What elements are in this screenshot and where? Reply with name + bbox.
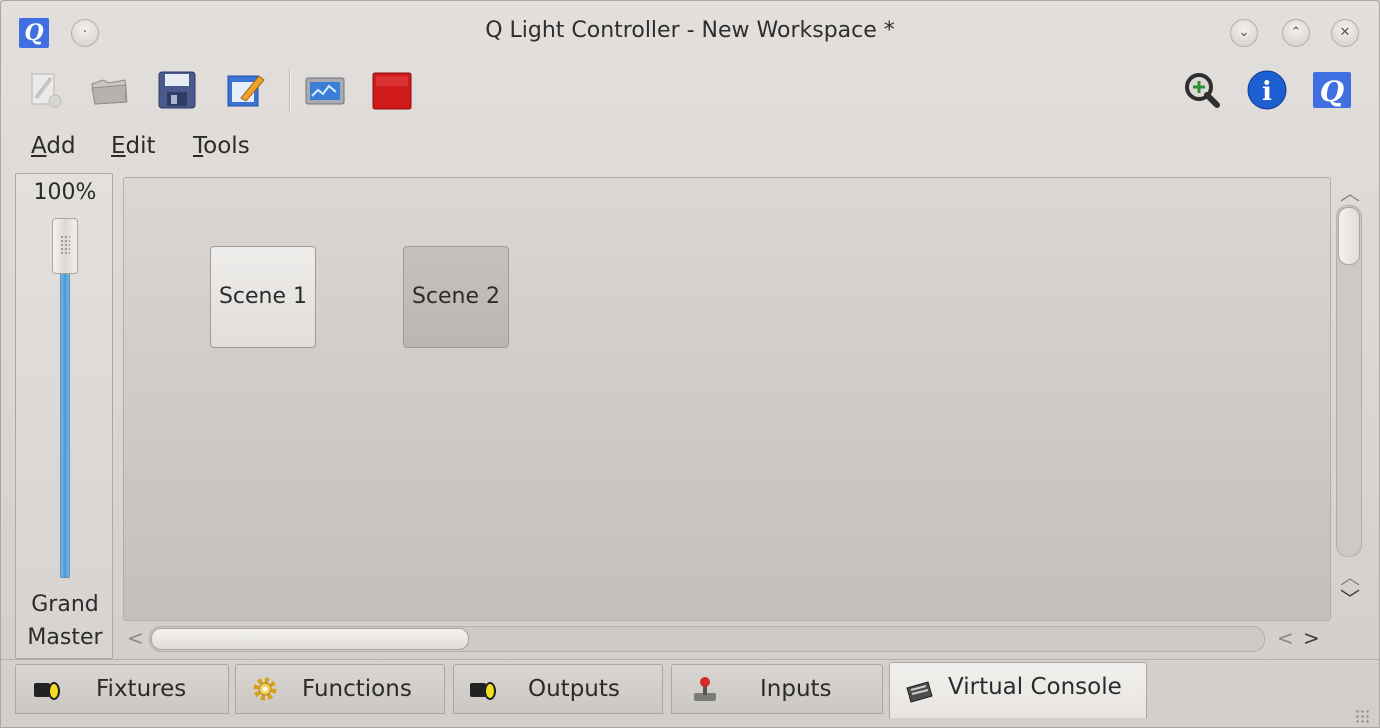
scroll-left-end-icon[interactable]: < [1277,626,1294,650]
vertical-scrollbar[interactable]: ︿ ︿ ﹀ [1334,179,1364,619]
stop-icon [372,72,412,110]
tab-functions[interactable]: Functions [235,664,445,714]
grand-master-panel: 100% Grand Master [15,173,113,659]
tab-outputs[interactable]: Outputs [453,664,663,714]
scroll-up-icon[interactable]: ︿ [1340,177,1360,206]
control-monitor-button[interactable] [1181,68,1225,112]
save-icon [158,71,196,109]
grand-master-slider-track[interactable] [60,232,70,578]
save-workspace-button[interactable] [155,68,199,112]
edit-pencil-icon [227,75,265,107]
title-bar[interactable]: Q · Q Light Controller - New Workspace *… [1,1,1379,59]
svg-text:Q: Q [1320,75,1344,108]
joystick-icon [694,677,716,701]
open-workspace-button[interactable] [87,68,131,112]
grand-master-label: Grand Master [27,592,103,650]
monitor-icon [305,77,345,105]
console-icon [906,681,933,703]
design-mode-button[interactable] [223,68,267,112]
virtual-console-canvas[interactable]: Scene 1 Scene 2 [123,177,1331,621]
zoom-icon [1185,73,1220,108]
output-light-icon [470,682,496,700]
tab-virtual-console[interactable]: Virtual Console [889,662,1147,718]
close-button[interactable]: ✕ [1331,19,1359,47]
monitor-button[interactable] [303,68,347,112]
scene-1-button[interactable]: Scene 1 [210,246,316,348]
folder-icon [91,79,128,105]
new-workspace-button[interactable] [23,68,67,112]
grand-master-value: 100% [33,180,97,205]
toolbar-separator [289,69,291,113]
fixture-light-icon [34,682,60,700]
about-button[interactable]: i [1245,68,1289,112]
maximize-button[interactable]: ⌃ [1282,19,1310,47]
main-toolbar: i Q [1,61,1379,123]
tab-bar: Fixtures Functions Outputs Inputs Virtua… [1,659,1379,728]
new-document-icon [31,73,62,108]
grand-master-slider-handle[interactable] [52,218,78,274]
scene-2-button[interactable]: Scene 2 [403,246,509,348]
app-window: Q · Q Light Controller - New Workspace *… [0,0,1380,728]
window-title: Q Light Controller - New Workspace * [485,18,895,43]
qlc-logo-icon: Q [1313,72,1351,108]
tab-fixtures[interactable]: Fixtures [15,664,229,714]
minimize-button[interactable]: ⌄ [1230,19,1258,47]
menu-tools[interactable]: Tools [193,133,250,159]
menu-edit[interactable]: Edit [111,133,156,159]
vertical-scroll-thumb[interactable] [1338,207,1360,265]
gear-icon [253,677,277,701]
horizontal-scroll-thumb[interactable] [151,628,469,650]
menu-bar: Add Edit Tools [1,125,1379,169]
scroll-left-icon[interactable]: < [127,626,144,650]
scroll-down-icon[interactable]: ﹀ [1340,583,1360,612]
horizontal-scrollbar[interactable]: < < > [123,623,1331,655]
tab-inputs[interactable]: Inputs [671,664,883,714]
resize-grip[interactable] [1355,709,1371,725]
scroll-right-icon[interactable]: > [1303,626,1320,650]
svg-text:i: i [1262,77,1272,107]
qlc-info-button[interactable]: Q [1311,68,1355,112]
info-icon: i [1247,70,1287,110]
menu-add[interactable]: Add [31,133,76,159]
stop-all-functions-button[interactable] [369,68,413,112]
